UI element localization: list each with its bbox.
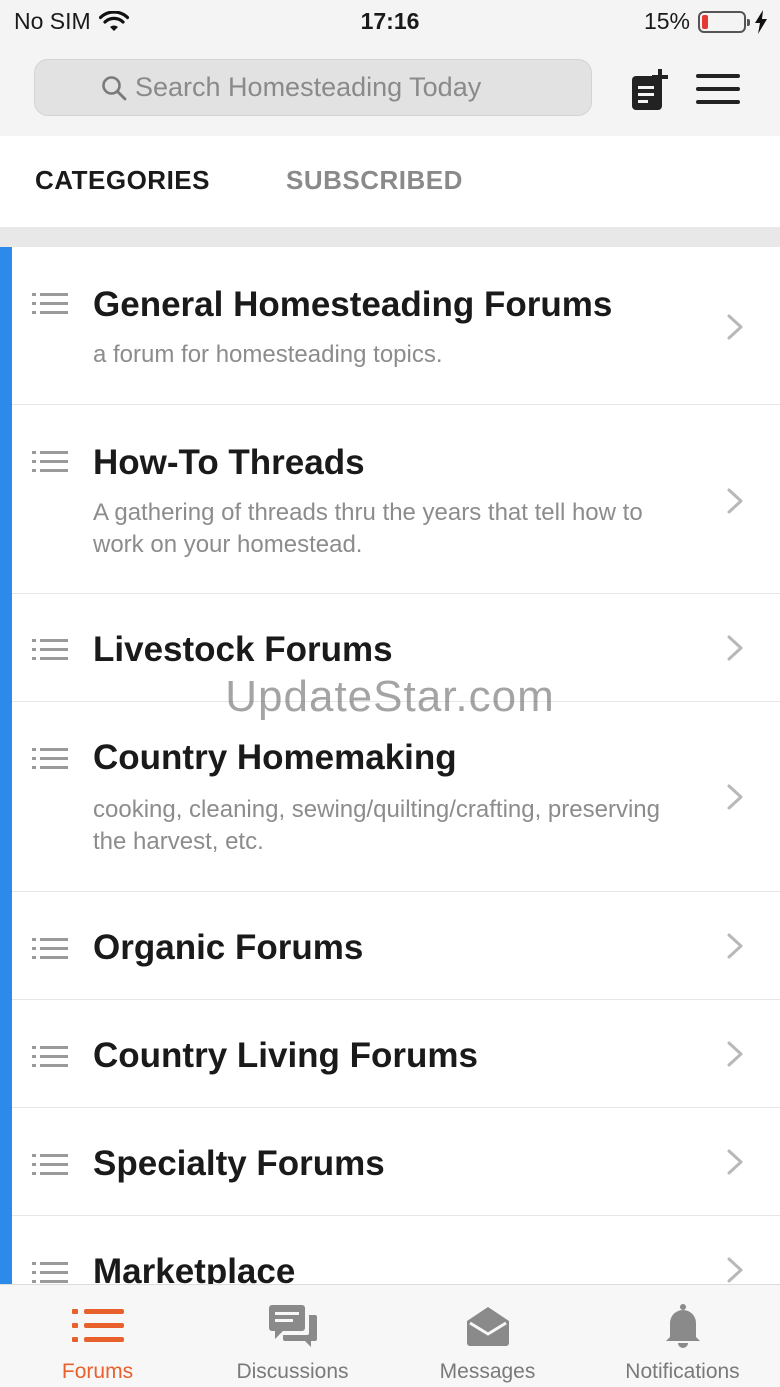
chevron-right-icon <box>727 314 743 340</box>
nav-messages[interactable]: Messages <box>390 1285 585 1387</box>
forum-list: General Homesteading Forums a forum for … <box>0 247 780 1284</box>
list-icon <box>71 1309 124 1342</box>
section-divider <box>0 227 780 247</box>
battery-level <box>702 14 708 29</box>
forum-row-how-to-threads[interactable]: How-To Threads A gathering of threads th… <box>12 405 780 594</box>
watermark: UpdateStar.com <box>225 672 555 721</box>
nav-forums[interactable]: Forums <box>0 1285 195 1387</box>
forum-title: Marketplace <box>93 1252 296 1284</box>
battery-icon <box>698 10 750 33</box>
forum-list-icon <box>32 639 68 660</box>
menu-icon[interactable] <box>696 72 740 106</box>
forum-list-icon <box>32 938 68 959</box>
chevron-right-icon <box>727 1041 743 1067</box>
chat-bubbles-icon <box>268 1305 317 1347</box>
forum-title: General Homesteading Forums <box>93 285 613 324</box>
chevron-right-icon <box>727 784 743 810</box>
chevron-right-icon <box>727 635 743 661</box>
chevron-right-icon <box>727 488 743 514</box>
forum-row-country-living[interactable]: Country Living Forums <box>12 1000 780 1108</box>
nav-label: Discussions <box>236 1360 349 1383</box>
forum-list-icon <box>32 1154 68 1175</box>
nav-discussions[interactable]: Discussions <box>195 1285 390 1387</box>
forum-description: a forum for homesteading topics. <box>93 341 443 368</box>
category-accent-bar <box>0 247 12 1284</box>
nav-notifications[interactable]: Notifications <box>585 1285 780 1387</box>
forum-list-icon <box>32 748 68 769</box>
tab-subscribed[interactable]: SUBSCRIBED <box>286 165 463 196</box>
chevron-right-icon <box>727 933 743 959</box>
forum-title: Country Living Forums <box>93 1036 478 1075</box>
envelope-icon <box>466 1307 509 1346</box>
forum-tabs: CATEGORIES SUBSCRIBED <box>0 136 780 227</box>
forum-row-specialty[interactable]: Specialty Forums <box>12 1108 780 1216</box>
status-bar: No SIM 17:16 15% <box>0 0 780 44</box>
bottom-tab-bar: Forums Discussions Messages Notification… <box>0 1284 780 1387</box>
forum-row-marketplace[interactable]: Marketplace <box>12 1216 780 1284</box>
forum-title: Livestock Forums <box>93 630 393 669</box>
forum-title: Organic Forums <box>93 928 364 967</box>
forum-title: Country Homemaking <box>93 738 457 777</box>
chevron-right-icon <box>727 1149 743 1175</box>
forum-title: How-To Threads <box>93 443 365 482</box>
search-bar[interactable] <box>34 59 592 116</box>
search-input[interactable] <box>135 72 525 103</box>
forum-list-icon <box>32 451 68 472</box>
forum-list-icon <box>32 1262 68 1283</box>
nav-label: Forums <box>61 1360 134 1383</box>
tab-categories[interactable]: CATEGORIES <box>35 165 210 196</box>
forum-row-country-homemaking[interactable]: Country Homemaking cooking, cleaning, se… <box>12 702 780 892</box>
forum-row-organic[interactable]: Organic Forums <box>12 892 780 1000</box>
charging-bolt-icon <box>755 9 767 34</box>
forum-list-icon <box>32 293 68 314</box>
forum-list-icon <box>32 1046 68 1067</box>
search-icon <box>102 75 127 100</box>
forum-row-general-homesteading[interactable]: General Homesteading Forums a forum for … <box>12 247 780 405</box>
nav-label: Messages <box>439 1360 536 1383</box>
new-post-icon[interactable] <box>628 68 672 112</box>
bell-icon <box>665 1304 700 1348</box>
forum-title: Specialty Forums <box>93 1144 385 1183</box>
forum-description: A gathering of threads thru the years th… <box>93 499 643 558</box>
chevron-right-icon <box>727 1257 743 1283</box>
forum-description: cooking, cleaning, sewing/quilting/craft… <box>93 796 660 855</box>
app-header <box>0 44 780 136</box>
battery-percent: 15% <box>643 8 690 34</box>
nav-label: Notifications <box>625 1360 740 1383</box>
